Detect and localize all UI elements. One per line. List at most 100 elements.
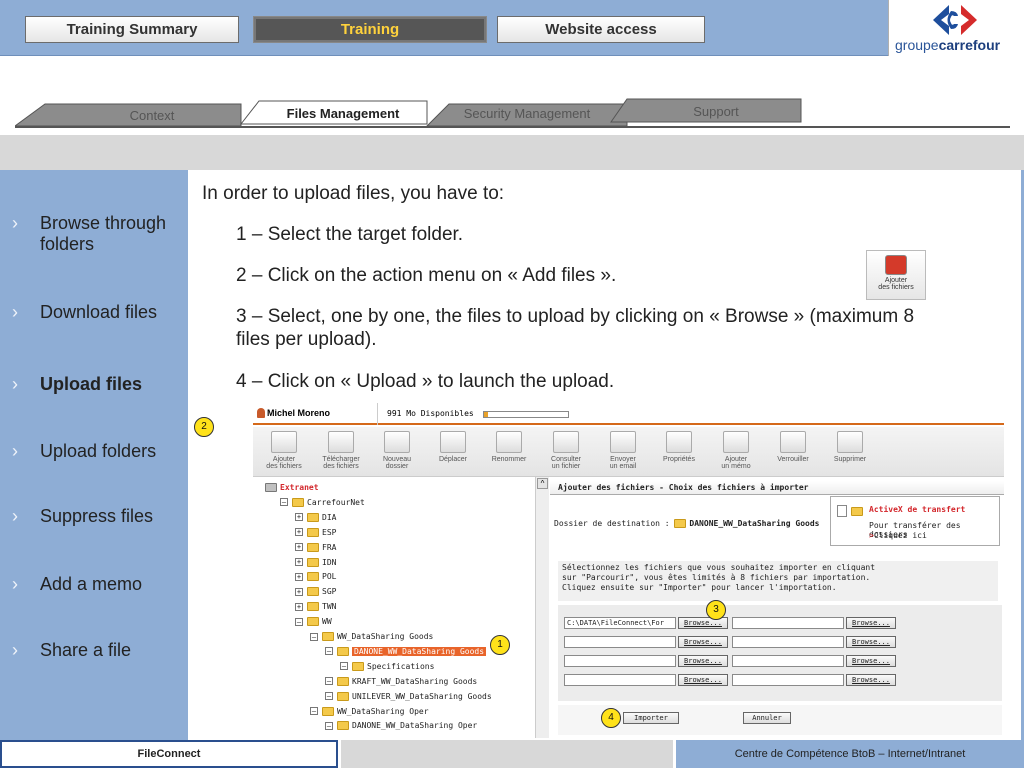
subtab-security-management[interactable]: Security Management [447,103,607,125]
tree-folder-row[interactable]: Extranet [265,481,319,495]
toolbar-button[interactable]: Déplacer [425,431,481,475]
file-input[interactable]: C:\DATA\FileConnect\For [564,617,676,629]
scroll-up-icon[interactable]: ^ [537,478,548,489]
toolbar-button[interactable]: Consulter un fichier [538,431,594,475]
tree-scrollbar[interactable]: ^ [535,477,549,738]
sidebar-item-upload-folders[interactable]: › Upload folders [12,441,182,485]
toolbar-label-line-1: Consulter [551,456,581,463]
tree-folder-row[interactable]: + TWN [295,600,336,614]
destination-row: Dossier de destination : DANONE_WW_DataS… [554,519,819,528]
collapse-icon[interactable]: – [310,707,318,715]
collapse-icon[interactable]: – [295,617,303,626]
toolbar-button[interactable]: Envoyer un email [595,431,651,475]
collapse-icon[interactable]: – [325,677,333,686]
user-name: Michel Moreno [267,408,331,418]
tree-folder-label: WW [322,617,332,627]
toolbar-button[interactable]: Propriétés [651,431,707,475]
tree-folder-row[interactable]: – KRAFT_WW_DataSharing Goods [325,675,477,689]
tree-folder-row[interactable]: – WW_DataSharing Oper [310,705,429,719]
collapse-icon[interactable]: – [280,498,288,507]
collapse-icon[interactable]: – [310,632,318,641]
chevron-right-icon: › [12,574,18,594]
sidebar-item-memo[interactable]: › Add a memo [12,574,182,596]
chevron-right-icon: › [12,374,18,394]
file-input[interactable] [732,655,844,667]
browse-button[interactable]: Browse... [846,655,896,667]
toolbar-button[interactable]: Verrouiller [765,431,821,475]
browse-button[interactable]: Browse... [678,674,728,686]
toolbar-button[interactable]: Ajouter un mémo [708,431,764,475]
import-button[interactable]: Importer [623,712,679,724]
sidebar-item-download[interactable]: › Download files [12,302,182,346]
file-input[interactable] [732,617,844,629]
form-title: Ajouter des fichiers - Choix des fichier… [550,481,1004,495]
tab-training-summary[interactable]: Training Summary [25,16,239,43]
tree-folder-row[interactable]: – UNILEVER_WW_DataSharing Goods [325,690,492,704]
toolbar-button[interactable]: Ajouter des fichiers [256,431,312,475]
sidebar-item-suppress[interactable]: › Suppress files [12,506,182,550]
expand-icon[interactable]: + [295,602,303,611]
collapse-icon[interactable]: – [325,692,333,701]
expand-icon[interactable]: + [295,558,303,566]
action-toolbar: Ajouter des fichiers Télécharger des fichie… [253,427,1004,477]
file-input[interactable] [564,636,676,648]
expand-icon[interactable]: + [295,543,303,552]
toolbar-label-line-2: un fichier [551,463,581,470]
subtab-support[interactable]: Support [627,101,805,123]
grey-band [0,135,1024,170]
tree-folder-label: ESP [322,527,337,537]
tree-folder-row[interactable]: + FRA [295,541,336,555]
browse-button[interactable]: Browse... [846,636,896,648]
file-input[interactable] [732,636,844,648]
activex-line-2[interactable]: >Cliquez ici [869,531,927,540]
tree-folder-row[interactable]: + ESP [295,526,336,540]
expand-icon[interactable]: + [295,528,303,537]
tree-folder-row[interactable]: + SGP [295,585,336,599]
tree-folder-row[interactable]: – WW [295,615,332,629]
subtab-files-management[interactable]: Files Management [259,103,427,125]
expand-icon[interactable]: + [295,572,303,581]
expand-icon[interactable]: + [295,587,303,596]
sidebar-item-upload-files[interactable]: › Upload files [12,374,182,396]
subtab-context[interactable]: Context [62,105,242,127]
tab-website-access[interactable]: Website access [497,16,705,43]
instruction-line-2: sur "Parcourir", vous êtes limités à 8 f… [562,573,871,582]
tree-folder-row[interactable]: – Specifications [340,660,434,674]
browse-button[interactable]: Browse... [846,674,896,686]
toolbar-button[interactable]: Supprimer [822,431,878,475]
cancel-button[interactable]: Annuler [743,712,791,724]
tree-folder-row[interactable]: + DIA [295,511,336,525]
activex-box[interactable]: ActiveX de transfert Pour transférer des… [830,496,1000,546]
expand-icon[interactable]: + [295,513,303,522]
chevron-right-icon: › [12,640,18,660]
file-input[interactable] [564,674,676,686]
collapse-icon[interactable]: – [325,721,333,730]
tab-training[interactable]: Training [253,16,487,43]
browse-button[interactable]: Browse... [846,617,896,629]
toolbar-button[interactable]: Renommer [481,431,537,475]
browse-button[interactable]: Browse... [678,636,728,648]
tree-folder-row[interactable]: – CarrefourNet [280,496,365,510]
sidebar-item-browse[interactable]: › Browse through folders [12,213,182,279]
intro-text: In order to upload files, you have to: [202,183,505,204]
file-input[interactable] [732,674,844,686]
toolbar-button[interactable]: Nouveau dossier [369,431,425,475]
browse-button[interactable]: Browse... [678,655,728,667]
sidebar-item-share[interactable]: › Share a file [12,640,182,662]
chevron-right-icon: › [12,302,18,322]
tree-folder-row[interactable]: – DANONE_WW_DataSharing Oper [325,719,477,733]
collapse-icon[interactable]: – [325,647,333,656]
folder-icon [307,587,319,597]
toolbar-label-line-1: Verrouiller [777,456,809,463]
footer-product: FileConnect [0,740,338,768]
toolbar-action-icon [440,431,466,453]
collapse-icon[interactable]: – [340,662,348,671]
activex-link[interactable]: Cliquez ici [874,531,927,540]
tree-folder-row[interactable]: + IDN [295,556,336,570]
file-input[interactable] [564,655,676,667]
toolbar-button[interactable]: Télécharger des fichiers [313,431,369,475]
tree-folder-row[interactable]: – WW_DataSharing Goods [310,630,433,644]
toolbar-label-line-1: Renommer [491,456,527,463]
tree-folder-row[interactable]: – DANONE_WW_DataSharing Goods [325,645,487,659]
tree-folder-row[interactable]: + POL [295,570,336,584]
